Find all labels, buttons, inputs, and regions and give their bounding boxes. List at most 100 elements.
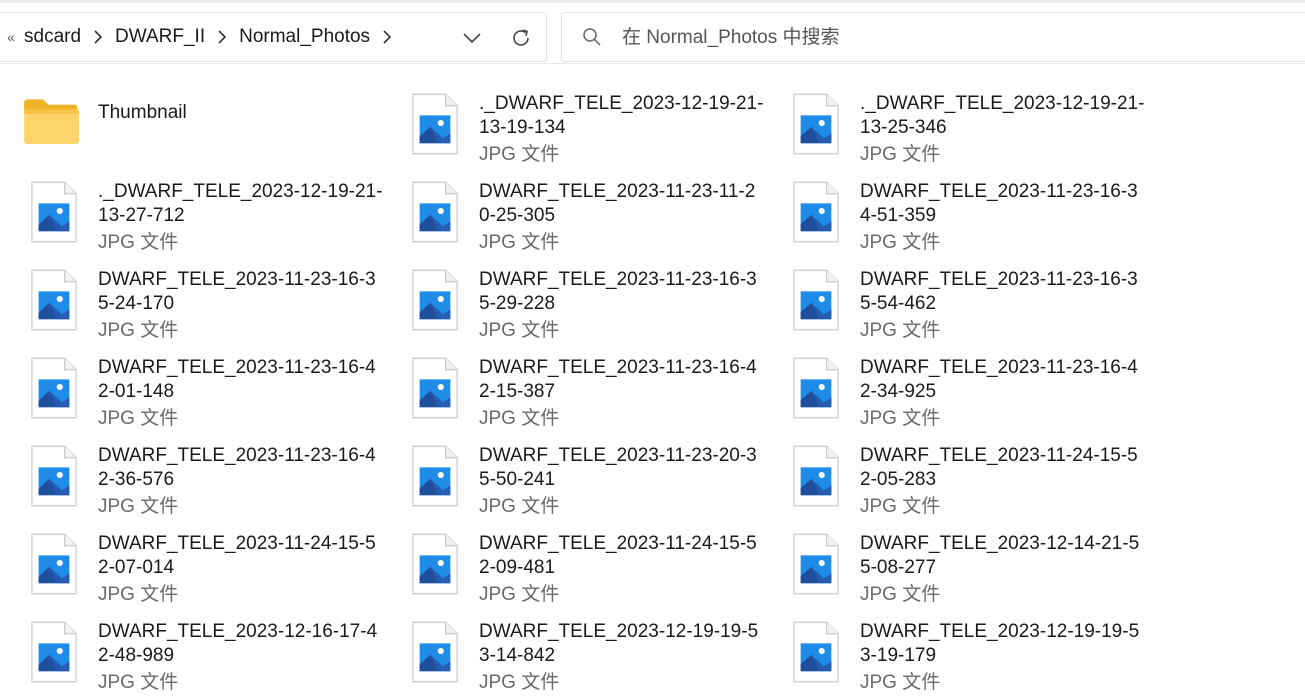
image-file-icon	[31, 533, 77, 595]
image-file-icon	[31, 445, 77, 507]
folder-icon	[24, 99, 79, 144]
image-file-icon	[412, 621, 458, 683]
image-file-icon	[31, 357, 77, 419]
file-name: DWARF_TELE_2023-12-14-21-5 5-08-277	[860, 533, 1140, 578]
file-item[interactable]: DWARF_TELE_2023-11-24-15-5 2-05-283 JPG 文…	[792, 440, 1162, 524]
file-item[interactable]: DWARF_TELE_2023-11-23-20-3 5-50-241 JPG 文…	[411, 440, 781, 524]
file-item[interactable]: DWARF_TELE_2023-11-23-11-2 0-25-305 JPG 文…	[411, 176, 781, 260]
image-file-icon	[793, 445, 839, 507]
search-input[interactable]	[620, 23, 1224, 53]
file-type: JPG 文件	[479, 232, 560, 253]
refresh-button[interactable]	[504, 23, 538, 53]
file-item[interactable]: DWARF_TELE_2023-12-19-19-5 3-19-179 JPG 文…	[792, 616, 1162, 700]
breadcrumb-overflow-button[interactable]: «	[0, 29, 22, 45]
image-file-icon	[793, 357, 839, 419]
image-file-icon	[412, 269, 458, 331]
file-name: DWARF_TELE_2023-11-23-20-3 5-50-241	[479, 445, 757, 490]
file-item[interactable]: DWARF_TELE_2023-12-14-21-5 5-08-277 JPG 文…	[792, 528, 1162, 612]
chevron-right-icon[interactable]	[83, 30, 113, 44]
file-item[interactable]: DWARF_TELE_2023-11-23-16-4 2-36-576 JPG 文…	[30, 440, 400, 524]
file-name: DWARF_TELE_2023-11-24-15-5 2-09-481	[479, 533, 757, 578]
file-type: JPG 文件	[479, 144, 560, 165]
file-type: JPG 文件	[860, 320, 941, 341]
image-file-icon	[793, 533, 839, 595]
chevron-right-icon[interactable]	[372, 30, 402, 44]
file-item[interactable]: DWARF_TELE_2023-11-24-15-5 2-09-481 JPG 文…	[411, 528, 781, 612]
image-file-icon	[412, 533, 458, 595]
address-bar[interactable]: « sdcard DWARF_II Normal_Photos	[0, 12, 547, 62]
image-file-icon	[793, 269, 839, 331]
search-box[interactable]	[561, 12, 1305, 62]
file-name: DWARF_TELE_2023-11-23-16-3 5-24-170	[98, 269, 376, 314]
file-item[interactable]: ._DWARF_TELE_2023-12-19-21- 13-19-134 JPG…	[411, 88, 781, 172]
image-file-icon	[31, 269, 77, 331]
file-item[interactable]: ._DWARF_TELE_2023-12-19-21- 13-27-712 JPG…	[30, 176, 400, 260]
file-item[interactable]: DWARF_TELE_2023-11-23-16-3 5-24-170 JPG 文…	[30, 264, 400, 348]
image-file-icon	[412, 181, 458, 243]
file-name: Thumbnail	[98, 102, 187, 123]
image-file-icon	[793, 181, 839, 243]
file-type: JPG 文件	[479, 584, 560, 605]
file-name: DWARF_TELE_2023-11-23-11-2 0-25-305	[479, 181, 756, 226]
file-type: JPG 文件	[98, 496, 179, 517]
window-top-edge	[0, 0, 1305, 3]
chevron-down-icon	[463, 33, 481, 44]
address-history-dropdown-button[interactable]	[455, 25, 489, 51]
file-item[interactable]: DWARF_TELE_2023-12-19-19-5 3-14-842 JPG 文…	[411, 616, 781, 700]
file-type: JPG 文件	[479, 672, 560, 693]
file-type: JPG 文件	[860, 496, 941, 517]
image-file-icon	[31, 181, 77, 243]
file-item[interactable]: DWARF_TELE_2023-11-23-16-3 4-51-359 JPG 文…	[792, 176, 1162, 260]
breadcrumb-item-dwarf-ii[interactable]: DWARF_II	[113, 26, 207, 48]
file-name: DWARF_TELE_2023-11-23-16-4 2-34-925	[860, 357, 1138, 402]
file-type: JPG 文件	[479, 408, 560, 429]
file-name: DWARF_TELE_2023-11-24-15-5 2-07-014	[98, 533, 376, 578]
file-type: JPG 文件	[860, 232, 941, 253]
file-type: JPG 文件	[860, 144, 941, 165]
file-name: DWARF_TELE_2023-11-23-16-4 2-36-576	[98, 445, 376, 490]
file-name: DWARF_TELE_2023-11-24-15-5 2-05-283	[860, 445, 1138, 490]
file-name: ._DWARF_TELE_2023-12-19-21- 13-25-346	[860, 93, 1145, 138]
file-name: DWARF_TELE_2023-12-19-19-5 3-14-842	[479, 621, 759, 666]
file-name: DWARF_TELE_2023-12-16-17-4 2-48-989	[98, 621, 378, 666]
file-type: JPG 文件	[860, 408, 941, 429]
search-icon	[583, 28, 601, 46]
file-type: JPG 文件	[479, 320, 560, 341]
file-item[interactable]: DWARF_TELE_2023-11-23-16-4 2-01-148 JPG 文…	[30, 352, 400, 436]
file-type: JPG 文件	[98, 232, 179, 253]
file-type: JPG 文件	[860, 672, 941, 693]
file-type: JPG 文件	[479, 496, 560, 517]
breadcrumb-item-sdcard[interactable]: sdcard	[22, 26, 83, 48]
file-name: ._DWARF_TELE_2023-12-19-21- 13-19-134	[479, 93, 764, 138]
breadcrumb-item-normal-photos[interactable]: Normal_Photos	[237, 26, 372, 48]
image-file-icon	[793, 93, 839, 155]
file-name: DWARF_TELE_2023-11-23-16-3 5-54-462	[860, 269, 1138, 314]
file-type: JPG 文件	[98, 408, 179, 429]
folder-item-thumbnail[interactable]: Thumbnail	[22, 88, 392, 172]
image-file-icon	[412, 93, 458, 155]
file-name: DWARF_TELE_2023-12-19-19-5 3-19-179	[860, 621, 1140, 666]
refresh-icon	[513, 29, 529, 46]
file-name: DWARF_TELE_2023-11-23-16-4 2-01-148	[98, 357, 376, 402]
file-item[interactable]: DWARF_TELE_2023-11-23-16-4 2-15-387 JPG 文…	[411, 352, 781, 436]
file-type: JPG 文件	[98, 320, 179, 341]
file-type: JPG 文件	[860, 584, 941, 605]
image-file-icon	[412, 357, 458, 419]
file-type: JPG 文件	[98, 672, 179, 693]
breadcrumb: « sdcard DWARF_II Normal_Photos	[0, 13, 402, 61]
file-item[interactable]: DWARF_TELE_2023-12-16-17-4 2-48-989 JPG 文…	[30, 616, 400, 700]
file-type: JPG 文件	[98, 584, 179, 605]
file-item[interactable]: DWARF_TELE_2023-11-23-16-3 5-29-228 JPG 文…	[411, 264, 781, 348]
file-item[interactable]: ._DWARF_TELE_2023-12-19-21- 13-25-346 JPG…	[792, 88, 1162, 172]
file-item[interactable]: DWARF_TELE_2023-11-23-16-4 2-34-925 JPG 文…	[792, 352, 1162, 436]
file-name: DWARF_TELE_2023-11-23-16-4 2-15-387	[479, 357, 757, 402]
image-file-icon	[412, 445, 458, 507]
file-item[interactable]: DWARF_TELE_2023-11-24-15-5 2-07-014 JPG 文…	[30, 528, 400, 612]
divider	[0, 63, 1305, 64]
file-name: DWARF_TELE_2023-11-23-16-3 4-51-359	[860, 181, 1138, 226]
image-file-icon	[793, 621, 839, 683]
file-item[interactable]: DWARF_TELE_2023-11-23-16-3 5-54-462 JPG 文…	[792, 264, 1162, 348]
file-name: DWARF_TELE_2023-11-23-16-3 5-29-228	[479, 269, 757, 314]
image-file-icon	[31, 621, 77, 683]
chevron-right-icon[interactable]	[207, 30, 237, 44]
